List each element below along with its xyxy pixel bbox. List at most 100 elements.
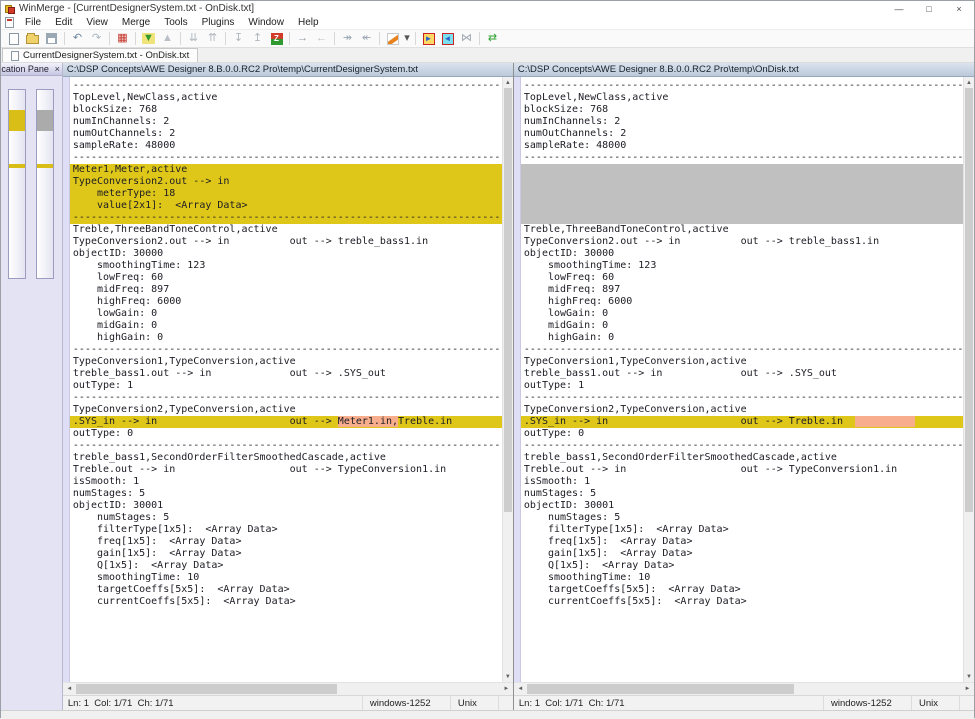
editor-line[interactable]: lowGain: 0 — [70, 308, 513, 320]
editor-line[interactable]: outType: 1 — [521, 380, 974, 392]
menu-tools[interactable]: Tools — [157, 16, 194, 29]
editor-line[interactable]: midFreq: 897 — [521, 284, 974, 296]
editor-line[interactable]: targetCoeffs[5x5]: <Array Data> — [70, 584, 513, 596]
editor-line[interactable]: numInChannels: 2 — [70, 116, 513, 128]
editor-line[interactable]: filterType[1x5]: <Array Data> — [70, 524, 513, 536]
scroll-up-icon[interactable]: ▲ — [964, 77, 974, 88]
editor-line[interactable]: ----------------------------------------… — [521, 80, 974, 92]
editor-line[interactable]: Treble.out --> in out --> TypeConversion… — [70, 464, 513, 476]
scroll-right-icon[interactable]: ► — [500, 683, 513, 695]
editor-line[interactable]: numStages: 5 — [521, 512, 974, 524]
scroll-down-icon[interactable]: ▼ — [503, 671, 513, 682]
options-button[interactable]: ▦ — [113, 30, 132, 47]
scrollbar-thumb[interactable] — [76, 684, 337, 694]
location-diff-line[interactable] — [9, 164, 25, 168]
location-diff-line[interactable] — [37, 164, 53, 168]
editor-line[interactable]: smoothingTime: 10 — [70, 572, 513, 584]
diff-line[interactable]: .SYS_in --> in out --> Meter1.in,Treble.… — [70, 416, 513, 428]
location-diff-block[interactable] — [9, 110, 25, 131]
editor-line[interactable]: Treble,ThreeBandToneControl,active — [70, 224, 513, 236]
scroll-up-icon[interactable]: ▲ — [503, 77, 513, 88]
editor-line[interactable]: filterType[1x5]: <Array Data> — [521, 524, 974, 536]
view-left-pane-button[interactable]: ► — [419, 30, 438, 47]
new-button[interactable] — [4, 30, 23, 47]
menu-help[interactable]: Help — [291, 16, 326, 29]
editor-line[interactable]: Treble,ThreeBandToneControl,active — [521, 224, 974, 236]
editor-line[interactable]: midGain: 0 — [521, 320, 974, 332]
editor-line[interactable]: ----------------------------------------… — [521, 344, 974, 356]
editor-line[interactable]: smoothingTime: 123 — [521, 260, 974, 272]
scrollbar-thumb[interactable] — [527, 684, 794, 694]
editor-line[interactable]: TopLevel,NewClass,active — [70, 92, 513, 104]
scrollbar-thumb[interactable] — [965, 88, 973, 512]
document-icon[interactable] — [5, 17, 14, 28]
editor-line[interactable]: highGain: 0 — [521, 332, 974, 344]
editor-line[interactable]: blockSize: 768 — [521, 104, 974, 116]
editor-line[interactable]: numStages: 5 — [521, 488, 974, 500]
close-button[interactable]: × — [944, 1, 974, 16]
maximize-button[interactable]: □ — [914, 1, 944, 16]
editor-line[interactable]: highGain: 0 — [70, 332, 513, 344]
editor-line[interactable]: TypeConversion1,TypeConversion,active — [70, 356, 513, 368]
undo-button[interactable]: ↶ — [68, 30, 87, 47]
copy-right-advance-button[interactable]: ↠ — [338, 30, 357, 47]
editor-line[interactable]: TypeConversion1,TypeConversion,active — [521, 356, 974, 368]
editor-line[interactable]: lowGain: 0 — [521, 308, 974, 320]
scroll-down-icon[interactable]: ▼ — [964, 671, 974, 682]
change-pane-dropdown[interactable]: ▾ — [402, 30, 412, 47]
editor-line[interactable]: objectID: 30001 — [521, 500, 974, 512]
editor-line[interactable]: blockSize: 768 — [70, 104, 513, 116]
editor-line[interactable]: currentCoeffs[5x5]: <Array Data> — [521, 596, 974, 608]
editor-line[interactable]: ----------------------------------------… — [521, 392, 974, 404]
last-difference-button[interactable]: ⇈ — [203, 30, 222, 47]
copy-right-button[interactable]: → — [293, 30, 312, 47]
editor-line[interactable]: ----------------------------------------… — [70, 344, 513, 356]
refresh-button[interactable]: ⇄ — [483, 30, 502, 47]
menu-view[interactable]: View — [79, 16, 115, 29]
editor-line[interactable]: TypeConversion2.out --> in out --> trebl… — [70, 236, 513, 248]
missing-line[interactable] — [521, 212, 974, 224]
diff-line[interactable]: TypeConversion2.out --> in — [70, 176, 513, 188]
auto-merge-button[interactable]: Z — [267, 30, 286, 47]
editor-line[interactable]: treble_bass1,SecondOrderFilterSmoothedCa… — [521, 452, 974, 464]
minimize-button[interactable]: — — [884, 1, 914, 16]
menu-file[interactable]: File — [18, 16, 48, 29]
editor-line[interactable]: targetCoeffs[5x5]: <Array Data> — [521, 584, 974, 596]
scrollbar-thumb[interactable] — [504, 88, 512, 512]
editor-line[interactable]: highFreq: 6000 — [521, 296, 974, 308]
missing-line[interactable] — [521, 176, 974, 188]
redo-button[interactable]: ↷ — [87, 30, 106, 47]
right-horizontal-scrollbar[interactable]: ◄ ► — [514, 682, 974, 695]
menu-plugins[interactable]: Plugins — [195, 16, 242, 29]
change-pane-button[interactable] — [383, 30, 402, 47]
right-vertical-scrollbar[interactable]: ▲ ▼ — [963, 77, 974, 682]
editor-line[interactable]: currentCoeffs[5x5]: <Array Data> — [70, 596, 513, 608]
diff-line[interactable]: ----------------------------------------… — [70, 212, 513, 224]
editor-line[interactable]: numInChannels: 2 — [521, 116, 974, 128]
editor-line[interactable]: midGain: 0 — [70, 320, 513, 332]
editor-line[interactable]: objectID: 30001 — [70, 500, 513, 512]
editor-line[interactable]: ----------------------------------------… — [70, 440, 513, 452]
left-file-path-header[interactable]: C:\DSP Concepts\AWE Designer 8.B.0.0.RC2… — [63, 63, 513, 77]
first-conflict-button[interactable]: ↧ — [229, 30, 248, 47]
editor-line[interactable]: numOutChannels: 2 — [521, 128, 974, 140]
editor-line[interactable]: midFreq: 897 — [70, 284, 513, 296]
location-missing-block[interactable] — [37, 110, 53, 131]
diff-line[interactable]: value[2x1]: <Array Data> — [70, 200, 513, 212]
editor-line[interactable]: smoothingTime: 123 — [70, 260, 513, 272]
missing-line[interactable] — [521, 188, 974, 200]
editor-line[interactable]: Q[1x5]: <Array Data> — [70, 560, 513, 572]
editor-line[interactable]: ----------------------------------------… — [70, 80, 513, 92]
view-right-pane-button[interactable]: ◄ — [438, 30, 457, 47]
right-editor[interactable]: ----------------------------------------… — [521, 77, 974, 682]
left-editor[interactable]: ----------------------------------------… — [70, 77, 513, 682]
menu-edit[interactable]: Edit — [48, 16, 79, 29]
scroll-right-icon[interactable]: ► — [961, 683, 974, 695]
editor-line[interactable]: TypeConversion2,TypeConversion,active — [70, 404, 513, 416]
eol-indicator[interactable]: Unix — [450, 696, 498, 710]
editor-line[interactable]: objectID: 30000 — [521, 248, 974, 260]
editor-line[interactable]: sampleRate: 48000 — [521, 140, 974, 152]
editor-line[interactable]: gain[1x5]: <Array Data> — [70, 548, 513, 560]
editor-line[interactable]: isSmooth: 1 — [70, 476, 513, 488]
diff-line[interactable]: meterType: 18 — [70, 188, 513, 200]
